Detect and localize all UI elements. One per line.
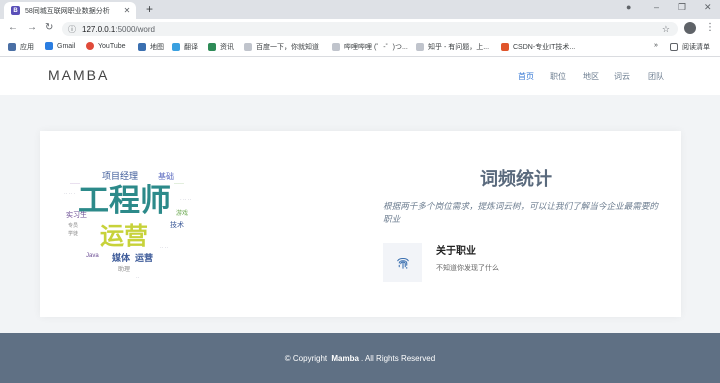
cloud-word: 运营 <box>100 223 148 250</box>
minimize-icon[interactable]: – <box>654 2 659 12</box>
maps-icon <box>138 43 146 51</box>
bookmarks-more[interactable]: » <box>654 42 658 49</box>
reading-list[interactable]: 阅读清单 <box>670 42 710 52</box>
bookmark-bilibili[interactable]: 哔哩哔哩 (゜-゜)つ... <box>332 42 408 52</box>
nav-jobs[interactable]: 职位 <box>550 71 566 82</box>
cloud-word: 技术 <box>170 220 184 229</box>
url-host: 127.0.0.1 <box>82 24 116 34</box>
cloud-word: 助理 <box>118 265 130 273</box>
news-icon <box>208 43 216 51</box>
nav-wordcloud[interactable]: 词云 <box>614 71 630 82</box>
copyright-suffix: . All Rights Reserved <box>360 353 436 363</box>
site-logo[interactable]: MAMBA <box>48 67 109 83</box>
browser-tab[interactable]: B 58同城互联网职业数据分析 ✕ <box>4 2 136 19</box>
browser-menu-icon[interactable]: ⋮ <box>705 22 715 33</box>
cloud-word: 基础 <box>158 171 174 181</box>
reload-icon[interactable]: ↻ <box>45 22 53 33</box>
bookmark-translate[interactable]: 翻译 <box>172 42 198 52</box>
bookmark-news[interactable]: 资讯 <box>208 42 234 52</box>
address-bar: ← → ↻ ⓘ 127.0.0.1 :5000/word ☆ ⋮ <box>0 19 720 38</box>
cloud-word: 实习生 <box>66 210 87 219</box>
profile-avatar[interactable] <box>684 22 696 34</box>
cloud-word: 运营 <box>135 252 153 263</box>
new-tab-icon[interactable]: + <box>146 2 153 16</box>
feature-title: 关于职业 <box>436 246 476 257</box>
cloud-word: 项目经理 <box>102 170 138 181</box>
section-title: 词频统计 <box>480 169 552 189</box>
site-header: MAMBA 首页 职位 地区 词云 团队 <box>0 57 720 95</box>
forward-icon[interactable]: → <box>27 22 37 33</box>
cloud-filler: ·· ·· <box>160 245 168 251</box>
cloud-filler: · ·· ·· <box>180 197 191 203</box>
bookmark-youtube[interactable]: YouTube <box>86 42 126 50</box>
bookmark-csdn[interactable]: CSDN-专业IT技术... <box>501 42 575 52</box>
cloud-word: Java <box>86 253 99 259</box>
copyright-brand: Mamba <box>331 353 359 363</box>
feature-description: 不知道你发现了什么 <box>436 265 499 272</box>
cloud-word: 专员 <box>68 222 78 229</box>
baidu-icon <box>244 43 252 51</box>
fingerprint-icon <box>396 257 409 269</box>
nav-regions[interactable]: 地区 <box>583 71 599 82</box>
section-description: 根据两千多个岗位需求，提炼词云树，可以让我们了解当今企业最需要的职业 <box>383 201 659 224</box>
youtube-icon <box>86 42 94 50</box>
bookmarks-bar: 应用 Gmail YouTube 地图 翻译 资讯 百度一下，你就知道 哔哩哔哩… <box>0 38 720 57</box>
word-frequency-card: ····· ····· 项目经理 基础 工程师 实习生 专员 学徒 运营 技术 … <box>40 131 681 317</box>
close-window-icon[interactable]: ✕ <box>704 2 712 13</box>
bookmark-baidu[interactable]: 百度一下，你就知道 <box>244 42 319 52</box>
gmail-icon <box>45 42 53 50</box>
bookmark-maps[interactable]: 地图 <box>138 42 164 52</box>
restore-icon[interactable]: ❐ <box>678 2 686 13</box>
bilibili-icon <box>332 43 340 51</box>
reading-list-icon <box>670 43 678 51</box>
info-icon[interactable]: ⓘ <box>68 24 76 35</box>
back-icon[interactable]: ← <box>8 22 18 33</box>
site-footer: © Copyright Mamba. All Rights Reserved <box>0 333 720 383</box>
cloud-filler: ·· <box>136 275 140 281</box>
cloud-word: 游戏 <box>176 209 188 217</box>
cloud-filler: ·· ·· · <box>64 191 75 197</box>
cloud-filler: ····· <box>174 181 184 187</box>
url-input[interactable]: ⓘ 127.0.0.1 :5000/word ☆ <box>62 22 678 36</box>
nav-home[interactable]: 首页 <box>518 71 534 82</box>
close-tab-icon[interactable]: ✕ <box>122 6 132 15</box>
apps-grid-icon <box>8 43 16 51</box>
bootstrap-favicon-icon: B <box>11 6 20 15</box>
bookmark-gmail[interactable]: Gmail <box>45 42 75 50</box>
cloud-word: 工程师 <box>78 183 171 218</box>
bookmark-apps[interactable]: 应用 <box>8 42 34 52</box>
translate-icon <box>172 43 180 51</box>
zhihu-icon <box>416 43 424 51</box>
cloud-word: 媒体 <box>111 252 131 263</box>
browser-tabbar: B 58同城互联网职业数据分析 ✕ + ● – ❐ ✕ <box>0 0 720 19</box>
bookmark-zhihu[interactable]: 知乎 - 有问题，上... <box>416 42 489 52</box>
copyright-prefix: © Copyright <box>284 353 328 363</box>
csdn-icon <box>501 43 509 51</box>
word-cloud-image: ····· ····· 项目经理 基础 工程师 实习生 专员 学徒 运营 技术 … <box>64 170 191 281</box>
feature-icon-box <box>383 243 422 282</box>
tab-title: 58同城互联网职业数据分析 <box>25 7 110 15</box>
cloud-word: 学徒 <box>68 230 78 237</box>
bookmark-star-icon[interactable]: ☆ <box>662 24 670 35</box>
url-path: :5000/word <box>115 24 155 34</box>
nav-team[interactable]: 团队 <box>648 71 664 82</box>
page: MAMBA 首页 职位 地区 词云 团队 ····· ····· 项目经理 基础… <box>0 57 720 383</box>
record-icon[interactable]: ● <box>626 2 631 12</box>
